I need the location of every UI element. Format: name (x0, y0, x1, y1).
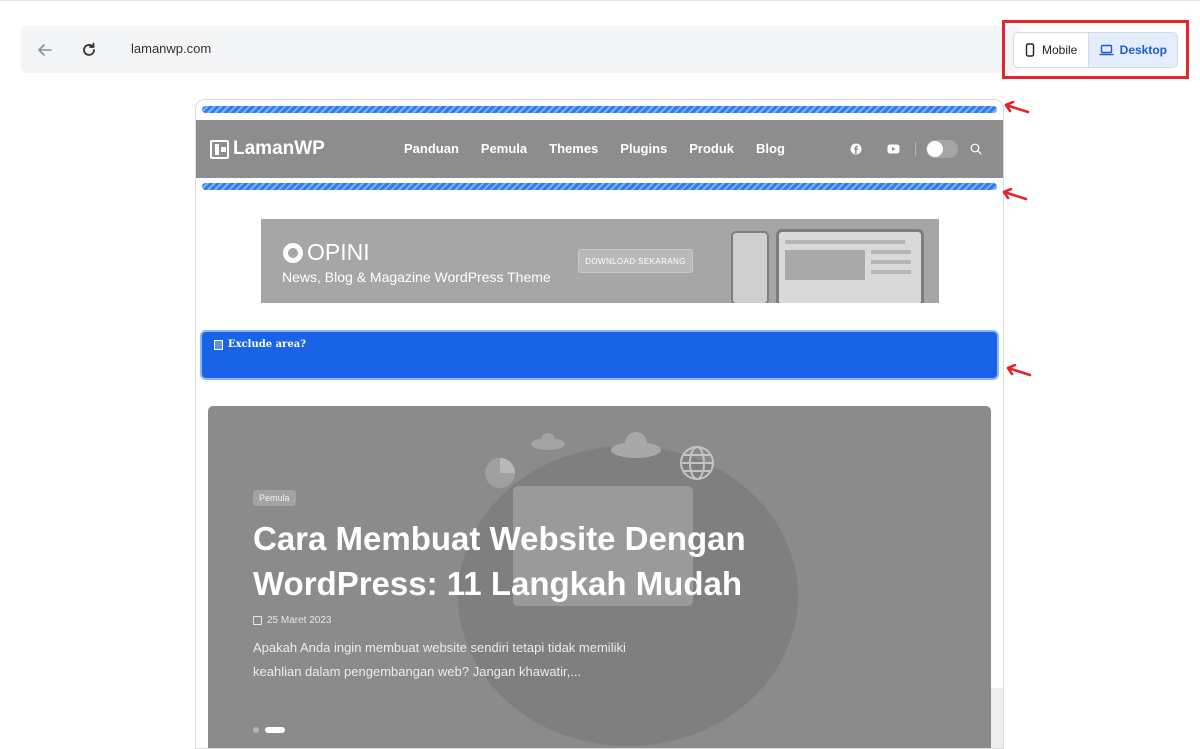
desktop-label: Desktop (1119, 43, 1167, 57)
exclude-stripe-bottom[interactable] (202, 183, 997, 190)
menu-item-plugins[interactable]: Plugins (620, 141, 667, 156)
opini-logo-icon (283, 242, 303, 263)
youtube-icon[interactable] (883, 139, 903, 159)
slider-dots (253, 727, 285, 733)
banner-tagline: News, Blog & Magazine WordPress Theme (282, 269, 551, 285)
search-icon[interactable] (966, 139, 986, 159)
exclude-area-label[interactable]: Exclude area? (214, 339, 306, 350)
site-header: LamanWP Panduan Pemula Themes Plugins Pr… (196, 120, 1003, 178)
menu-item-panduan[interactable]: Panduan (404, 141, 459, 156)
post-category-badge[interactable]: Pemula (253, 490, 296, 506)
slider-dot[interactable] (253, 727, 259, 733)
post-title[interactable]: Cara Membuat Website Dengan WordPress: 1… (253, 516, 873, 606)
device-toggle: Mobile Desktop (1013, 32, 1178, 68)
arrow-left-icon (38, 44, 52, 56)
mobile-label: Mobile (1042, 43, 1078, 57)
cloud-icon (611, 432, 661, 458)
ad-banner[interactable]: OPINI News, Blog & Magazine WordPress Th… (261, 219, 939, 303)
banner-download-button[interactable]: DOWNLOAD SEKARANG (578, 249, 693, 273)
annotation-arrow-icon (1004, 101, 1030, 114)
pie-chart-icon (485, 458, 515, 488)
slider-dot-active[interactable] (265, 727, 285, 733)
phone-icon (1025, 43, 1035, 57)
phone-mockup-image (731, 231, 769, 303)
header-icons (846, 139, 986, 159)
logo-mark-icon (210, 139, 229, 159)
reload-button[interactable] (77, 38, 101, 62)
logo-text: LamanWP (233, 138, 325, 159)
laptop-icon (1099, 44, 1114, 56)
menu-item-blog[interactable]: Blog (756, 141, 785, 156)
banner-brand: OPINI (283, 239, 370, 266)
cloud-icon (531, 433, 565, 450)
tablet-mockup-image (776, 229, 924, 303)
calendar-icon (253, 616, 262, 625)
site-logo[interactable]: LamanWP (210, 138, 325, 160)
exclude-stripe-top[interactable] (202, 106, 997, 113)
header-separator (915, 142, 916, 156)
preview-frame: LamanWP Panduan Pemula Themes Plugins Pr… (195, 99, 1004, 749)
menu-item-produk[interactable]: Produk (689, 141, 734, 156)
top-divider (0, 0, 1200, 1)
scroll-edge (991, 688, 1003, 748)
checkbox-icon[interactable] (214, 339, 223, 350)
browser-bar: lamanwp.com (21, 26, 1021, 73)
dark-mode-toggle[interactable] (926, 140, 958, 158)
post-date: 25 Maret 2023 (253, 615, 332, 626)
banner-brand-text: OPINI (307, 239, 370, 265)
annotation-arrow-icon (1006, 364, 1032, 377)
desktop-toggle-button[interactable]: Desktop (1088, 33, 1177, 67)
facebook-icon[interactable] (846, 139, 866, 159)
menu-item-pemula[interactable]: Pemula (481, 141, 527, 156)
post-date-text: 25 Maret 2023 (267, 615, 332, 626)
main-menu: Panduan Pemula Themes Plugins Produk Blo… (404, 141, 785, 156)
globe-icon (680, 446, 714, 480)
featured-post-hero[interactable]: Pemula Cara Membuat Website Dengan WordP… (208, 406, 991, 748)
post-excerpt: Apakah Anda ingin membuat website sendir… (253, 640, 626, 679)
mobile-toggle-button[interactable]: Mobile (1014, 33, 1089, 67)
menu-item-themes[interactable]: Themes (549, 141, 598, 156)
back-button[interactable] (33, 38, 57, 62)
exclude-area-text: Exclude area? (228, 339, 307, 350)
exclude-area-overlay[interactable]: Exclude area? (202, 332, 997, 378)
annotation-arrow-icon (1002, 188, 1028, 201)
reload-icon (83, 42, 95, 56)
url-text[interactable]: lamanwp.com (131, 41, 211, 56)
